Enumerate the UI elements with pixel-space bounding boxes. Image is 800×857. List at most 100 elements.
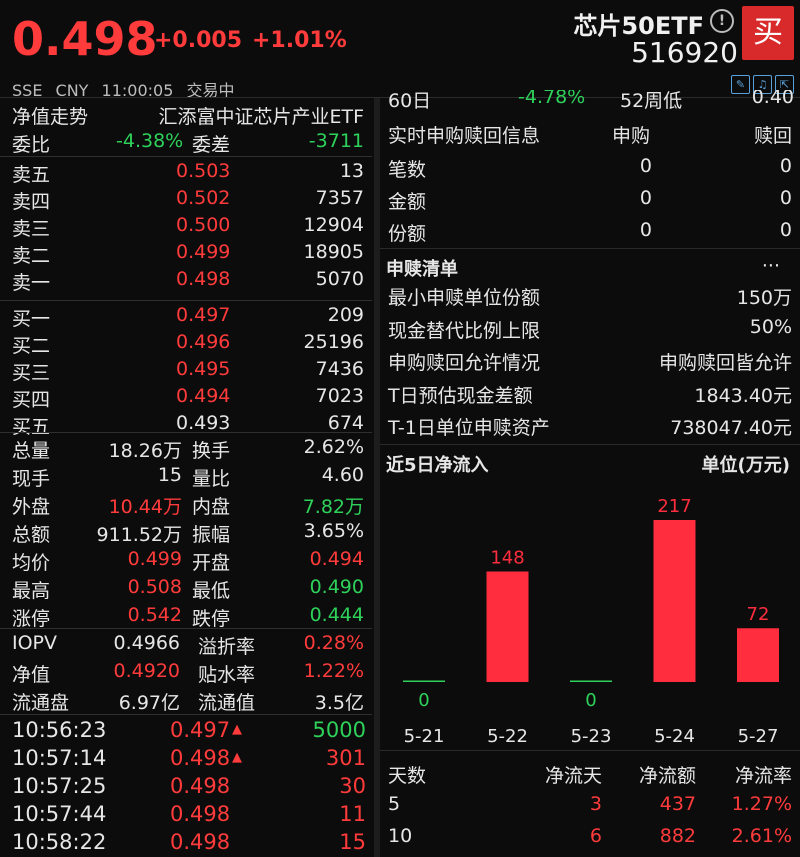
more-icon[interactable]: ··· — [762, 255, 780, 277]
stat-value: 10.44万 — [108, 496, 182, 518]
stat-value: 18.26万 — [108, 440, 182, 462]
tick-volume: 301 — [325, 746, 366, 770]
security-code: 516920 — [631, 36, 738, 69]
order-book-row[interactable]: 买四 0.494 7023 — [0, 383, 372, 411]
flow-title: 近5日净流入 — [386, 455, 489, 476]
flow-table-heading: 净流额 — [638, 765, 696, 787]
divider — [380, 444, 800, 445]
weicha-label: 委差 — [192, 134, 231, 156]
flow-table-cell: 6 — [589, 825, 602, 847]
flow-table-cell: 5 — [388, 793, 401, 815]
divider — [0, 156, 372, 157]
subscribe-col: 申购 — [612, 125, 651, 147]
list-value: 申购赎回皆允许 — [658, 352, 792, 374]
weicha-value: -3711 — [308, 130, 364, 152]
bar-value-label: 0 — [585, 690, 596, 711]
stat-value: 3.65% — [303, 520, 364, 542]
list-value: 738047.40元 — [670, 417, 792, 439]
trade-tick-row: 10:57:44 0.498 11 — [0, 800, 372, 828]
inflow-bar — [653, 520, 696, 682]
level-volume: 5070 — [315, 268, 364, 290]
order-book-row[interactable]: 卖一 0.498 5070 — [0, 266, 372, 294]
bar-value-label: 72 — [747, 604, 770, 625]
stat-label: 内盘 — [192, 496, 231, 518]
nav-trend-label[interactable]: 净值走势 — [12, 102, 88, 129]
weibi-value: -4.38% — [116, 130, 184, 152]
weibi-label: 委比 — [12, 134, 51, 156]
order-book-row[interactable]: 卖二 0.499 18905 — [0, 239, 372, 267]
category-label: 5-27 — [738, 726, 779, 747]
tick-time: 10:58:22 — [12, 830, 107, 854]
order-book-row[interactable]: 买一 0.497 209 — [0, 302, 372, 330]
level-label: 买一 — [12, 308, 51, 330]
stat-value: 4.60 — [321, 464, 364, 486]
nav-row[interactable]: 净值走势 汇添富中证芯片产业ETF — [0, 100, 372, 128]
stat-value: 0.490 — [309, 576, 364, 598]
category-label: 5-21 — [404, 726, 445, 747]
divider — [0, 432, 372, 433]
trade-tick-row: 10:57:25 0.498 30 — [0, 772, 372, 800]
realtime-label: 份额 — [388, 223, 427, 245]
realtime-header-row: 实时申购赎回信息 申购 赎回 — [380, 118, 800, 148]
level-volume: 7436 — [315, 358, 364, 380]
trade-tick-row: 10:57:14 0.498 ▲ 301 — [0, 744, 372, 772]
stat-row: 现手 15 量比 4.60 — [0, 462, 372, 490]
redeem-value: 0 — [779, 219, 792, 241]
realtime-row: 份额 0 0 — [380, 216, 800, 246]
flow-unit: 单位(万元) — [701, 455, 790, 476]
tick-price: 0.498 — [170, 802, 231, 826]
flow-table-heading: 净流天 — [544, 765, 602, 787]
level-volume: 7023 — [315, 385, 364, 407]
redeem-value: 0 — [779, 155, 792, 177]
order-book-row[interactable]: 卖四 0.502 7357 — [0, 185, 372, 213]
flow-table-row: 5 3 437 1.27% — [380, 790, 800, 820]
divider — [0, 714, 372, 715]
tick-time: 10:57:14 — [12, 746, 107, 770]
order-book-row[interactable]: 卖五 0.503 13 — [0, 158, 372, 186]
order-book-row[interactable]: 卖三 0.500 12904 — [0, 212, 372, 240]
stat-value: 0.28% — [303, 632, 364, 654]
list-label: T-1日单位申赎资产 — [388, 417, 550, 439]
stat-value: 6.97亿 — [118, 692, 180, 714]
flow-table-cell: 882 — [659, 825, 696, 847]
order-book-row[interactable]: 买二 0.496 25196 — [0, 329, 372, 357]
price-change-pct: +1.01% — [252, 28, 347, 53]
tick-time: 10:57:44 — [12, 802, 107, 826]
level-volume: 674 — [327, 412, 364, 434]
level-volume: 12904 — [303, 214, 364, 236]
tick-time: 10:56:23 — [12, 718, 107, 742]
up-arrow-icon: ▲ — [232, 722, 242, 737]
inflow-bar — [403, 680, 445, 682]
tick-price: 0.498 — [170, 830, 231, 854]
order-book-row[interactable]: 买三 0.495 7436 — [0, 356, 372, 384]
list-title: 申赎清单 — [386, 259, 458, 280]
price-change: +0.005 — [154, 28, 243, 53]
stat-label: 流通值 — [198, 692, 256, 714]
level-volume: 209 — [327, 304, 364, 326]
list-label: 最小申赎单位份额 — [388, 287, 541, 309]
stat-label: 溢折率 — [198, 636, 256, 658]
stat-value: 0.444 — [309, 604, 364, 626]
stat-value: 0.508 — [127, 576, 182, 598]
level-label: 卖二 — [12, 245, 51, 267]
level-price: 0.503 — [176, 160, 231, 182]
list-label: 申购赎回允许情况 — [388, 352, 541, 374]
tick-price: 0.498 — [170, 746, 231, 770]
stat-value: 1.22% — [303, 660, 364, 682]
level-price: 0.502 — [176, 187, 231, 209]
info-icon[interactable]: ! — [710, 9, 734, 33]
fund-stat-row: 流通盘 6.97亿 流通值 3.5亿 — [0, 686, 372, 714]
stat-label: 跌停 — [192, 608, 231, 630]
stat-label: 量比 — [192, 468, 231, 490]
stat-label: 贴水率 — [198, 664, 256, 686]
stat-label: 外盘 — [12, 496, 51, 518]
stat-label: 现手 — [12, 468, 51, 490]
stat-label: 开盘 — [192, 552, 231, 574]
stat-label: 最低 — [192, 580, 231, 602]
inflow-bar — [737, 628, 779, 682]
buy-button[interactable]: 买 — [742, 6, 794, 60]
inflow-bar — [486, 571, 529, 682]
level-price: 0.494 — [176, 385, 231, 407]
subscribe-value: 0 — [639, 155, 652, 177]
stat-label: IOPV — [12, 632, 58, 654]
